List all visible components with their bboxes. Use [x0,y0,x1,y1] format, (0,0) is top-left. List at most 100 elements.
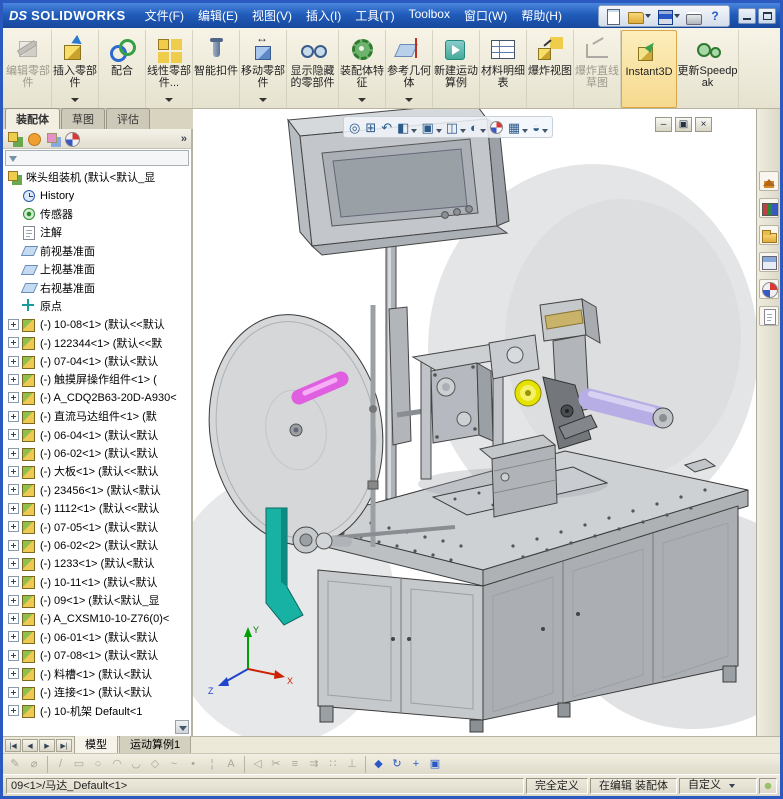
new-motion-study-button[interactable]: 新建运动算例 [433,30,480,108]
tree-item[interactable]: (-) 06-02<1> (默认<默认 [3,444,191,462]
spline-icon[interactable]: ~ [165,756,183,773]
tree-item[interactable]: (-) 10-11<1> (默认<默认 [3,573,191,591]
tree-item[interactable]: (-) 06-04<1> (默认<默认 [3,425,191,443]
expander-icon[interactable] [8,392,19,404]
zoom-fit-icon[interactable]: ◎ [347,120,362,135]
expander-icon[interactable] [8,355,19,367]
menu-edit[interactable]: 编辑(E) [191,4,245,27]
expander-icon[interactable] [8,337,19,349]
sketch-icon[interactable]: ✎ [6,756,24,773]
tree-item[interactable]: (-) 10-08<1> (默认<<默认 [3,315,191,333]
tree-item[interactable]: (-) 10-机架 Default<1 [3,701,191,719]
centerline-icon[interactable]: ¦ [203,756,221,773]
mirror-entities-icon[interactable]: ◁ [244,755,266,773]
menu-help[interactable]: 帮助(H) [514,4,569,27]
featuremanager-tab-icon[interactable] [7,131,23,147]
bill-of-materials-button[interactable]: 材料明细表 [480,30,527,108]
prev-tab-button[interactable]: ◀ [22,739,38,752]
apply-scene-icon[interactable]: ▦ [506,120,529,135]
design-library-icon[interactable] [758,198,779,218]
open-icon[interactable] [625,7,652,25]
help-icon[interactable]: ? [705,7,725,25]
edit-appearance-icon[interactable] [488,120,505,135]
view-orientation-icon[interactable]: ▣ [419,120,443,135]
tree-item[interactable]: 前视基准面 [3,242,191,260]
expander-icon[interactable] [8,521,19,533]
configurationmanager-tab-icon[interactable] [45,131,61,147]
tree-item[interactable]: (-) A_CDQ2B63-20D-A930< [3,389,191,407]
tree-item[interactable]: (-) 连接<1> (默认<默认 [3,683,191,701]
menu-tools[interactable]: 工具(T) [348,4,401,27]
tree-item[interactable]: (-) 1112<1> (默认<<默认 [3,499,191,517]
rectangle-icon[interactable]: ▭ [70,756,88,773]
tree-item[interactable]: (-) 07-05<1> (默认<默认 [3,517,191,535]
smart-dimension-icon[interactable]: ⌀ [25,756,43,773]
linear-sketch-pattern-icon[interactable]: ∷ [324,756,342,773]
show-hidden-components-button[interactable]: 显示隐藏的零部件 [287,30,339,108]
tree-item[interactable]: 原点 [3,297,191,315]
expander-icon[interactable] [8,373,19,385]
tree-item[interactable]: 注解 [3,223,191,241]
child-close-button[interactable]: × [695,117,712,132]
panel-chevron[interactable]: » [181,133,187,145]
expander-icon[interactable] [8,649,19,661]
linear-component-pattern-button[interactable]: 线性零部件... [146,30,193,108]
file-explorer-icon[interactable] [758,225,779,245]
tree-item[interactable]: (-) 122344<1> (默认<<默 [3,334,191,352]
resources-home-icon[interactable] [758,171,779,191]
last-tab-button[interactable]: ▶| [56,739,72,752]
graphics-area[interactable]: Y X Z [193,109,756,736]
tree-item[interactable]: (-) 06-01<1> (默认<默认 [3,628,191,646]
menu-insert[interactable]: 插入(I) [299,4,348,27]
tree-item[interactable]: 右视基准面 [3,278,191,296]
tree-item[interactable]: (-) 07-08<1> (默认<默认 [3,646,191,664]
expander-icon[interactable] [8,576,19,588]
tree-filter-bar[interactable] [5,150,189,166]
first-tab-button[interactable]: |◀ [5,739,21,752]
expander-icon[interactable] [8,631,19,643]
offset-entities-icon[interactable]: ≡ [286,756,304,773]
tree-item[interactable]: (-) 09<1> (默认<默认_显 [3,591,191,609]
expander-icon[interactable] [8,705,19,717]
expander-icon[interactable] [8,447,19,459]
custom-properties-icon[interactable] [758,306,779,326]
line-icon[interactable]: / [47,755,69,773]
tab-motion-study-1[interactable]: 运动算例1 [119,734,192,753]
expander-icon[interactable] [8,484,19,496]
isometric-view-icon[interactable]: ◆ [365,755,387,773]
menu-toolbox[interactable]: Toolbox [402,4,457,27]
exploded-view-button[interactable]: 爆炸视图 [527,30,574,108]
tab-assembly[interactable]: 装配体 [5,108,60,129]
tree-item[interactable]: (-) A_CXSM10-10-Z76(0)< [3,609,191,627]
tree-item[interactable]: (-) 1233<1> (默认<默认 [3,554,191,572]
tree-item[interactable]: (-) 触摸屏操作组件<1> ( [3,370,191,388]
child-restore-button[interactable]: ▣ [675,117,692,132]
instant3d-button[interactable]: Instant3D [621,30,677,108]
view-palette-icon[interactable] [758,252,779,272]
edit-component-button[interactable]: 编辑零部件 [5,30,52,108]
zoom-area-icon[interactable]: ⊞ [363,120,378,135]
display-style-icon[interactable]: ◫ [444,120,467,135]
mate-button[interactable]: 配合 [99,30,146,108]
convert-entities-icon[interactable]: ⇉ [305,756,323,773]
insert-components-button[interactable]: 插入零部件 [52,30,99,108]
tab-sketch[interactable]: 草图 [61,108,105,129]
arc-icon[interactable]: ◠ [108,756,126,773]
previous-view-icon[interactable]: ↶ [379,120,394,135]
tree-item[interactable]: (-) 大板<1> (默认<<默认 [3,462,191,480]
expander-icon[interactable] [8,594,19,606]
rotate-view-icon[interactable]: ↻ [388,756,406,773]
smart-fasteners-button[interactable]: 智能扣件 [193,30,240,108]
tree-item[interactable]: (-) 06-02<2> (默认<默认 [3,536,191,554]
hide-show-items-icon[interactable]: ◐ [468,120,487,135]
expander-icon[interactable] [8,613,19,625]
circle-icon[interactable]: ○ [89,756,107,773]
explode-line-sketch-button[interactable]: 爆炸直线草图 [574,30,621,108]
expander-icon[interactable] [8,429,19,441]
tab-model[interactable]: 模型 [74,734,118,753]
expander-icon[interactable] [8,686,19,698]
save-icon[interactable] [654,7,681,25]
tree-item[interactable]: (-) 23456<1> (默认<默认 [3,481,191,499]
menu-file[interactable]: 文件(F) [138,4,191,27]
propertymanager-tab-icon[interactable] [26,131,42,147]
